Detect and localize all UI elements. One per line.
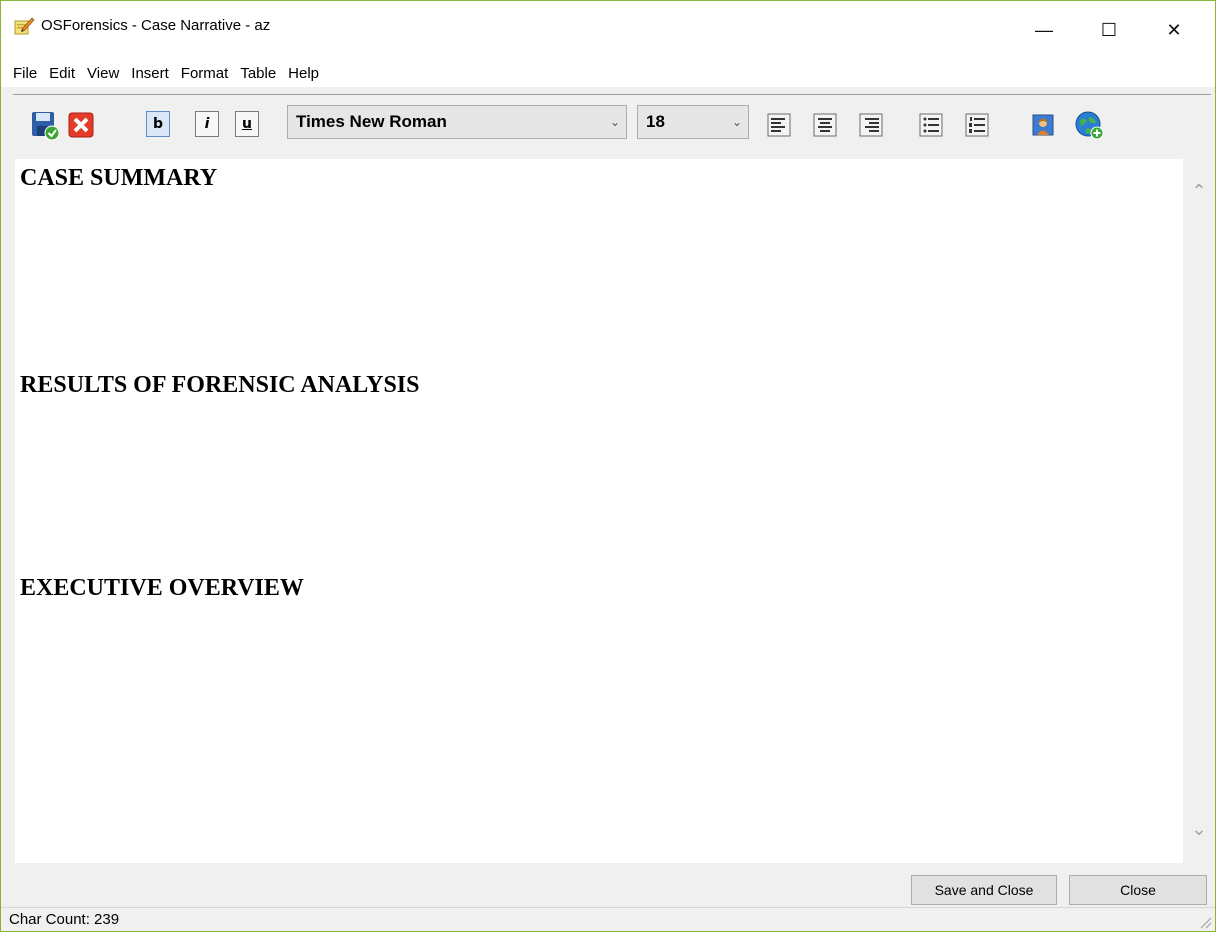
menu-separator xyxy=(13,94,1211,95)
window-title: OSForensics - Case Narrative - az xyxy=(41,17,271,34)
heading-executive-overview: EXECUTIVE OVERVIEW xyxy=(20,575,304,601)
font-name-value: Times New Roman xyxy=(296,112,447,131)
scroll-up-icon[interactable]: ⌃ xyxy=(1183,181,1215,203)
minimize-button[interactable]: — xyxy=(1021,1,1067,59)
menu-help[interactable]: Help xyxy=(283,65,326,82)
discard-icon[interactable] xyxy=(65,109,97,141)
bold-button[interactable]: b xyxy=(146,111,170,137)
align-right-icon[interactable] xyxy=(855,109,887,141)
menu-format[interactable]: Format xyxy=(176,65,236,82)
title-bar: OSForensics - Case Narrative - az — ☐ ✕ xyxy=(1,1,1215,59)
status-bar: Char Count: 239 xyxy=(1,907,1215,931)
maximize-button[interactable]: ☐ xyxy=(1086,1,1132,59)
insert-image-icon[interactable] xyxy=(1027,109,1059,141)
save-icon[interactable] xyxy=(29,109,61,141)
align-left-icon[interactable] xyxy=(763,109,795,141)
heading-case-summary: CASE SUMMARY xyxy=(20,165,218,191)
button-bar: Save and Close Close xyxy=(1,863,1215,907)
menu-table[interactable]: Table xyxy=(235,65,283,82)
font-size-value: 18 xyxy=(646,112,665,131)
close-window-button[interactable]: ✕ xyxy=(1151,1,1197,59)
underline-button[interactable]: u xyxy=(235,111,259,137)
menu-edit[interactable]: Edit xyxy=(44,65,82,82)
menu-bar: File Edit View Insert Format Table Help xyxy=(1,59,1215,87)
chevron-down-icon: ⌄ xyxy=(609,115,621,129)
align-center-icon[interactable] xyxy=(809,109,841,141)
narrative-editor[interactable]: CASE SUMMARY RESULTS OF FORENSIC ANALYSI… xyxy=(15,159,1183,863)
bullet-list-icon[interactable] xyxy=(915,109,947,141)
toolbar: b i u Times New Roman ⌄ 18 ⌄ xyxy=(1,97,1215,157)
close-button[interactable]: Close xyxy=(1069,875,1207,905)
scroll-down-icon[interactable]: ⌄ xyxy=(1183,819,1215,841)
pencil-notepad-icon xyxy=(14,17,35,35)
font-size-select[interactable]: 18 ⌄ xyxy=(637,105,749,139)
font-name-select[interactable]: Times New Roman ⌄ xyxy=(287,105,627,139)
insert-link-globe-icon[interactable] xyxy=(1073,109,1105,141)
case-narrative-window: OSForensics - Case Narrative - az — ☐ ✕ … xyxy=(0,0,1216,932)
chevron-down-icon: ⌄ xyxy=(731,115,743,129)
menu-file[interactable]: File xyxy=(1,65,44,82)
heading-results-forensic-analysis: RESULTS OF FORENSIC ANALYSIS xyxy=(20,372,420,398)
numbered-list-icon[interactable] xyxy=(961,109,993,141)
italic-button[interactable]: i xyxy=(195,111,219,137)
vertical-scrollbar[interactable]: ⌃ ⌄ xyxy=(1183,159,1215,863)
menu-view[interactable]: View xyxy=(82,65,126,82)
save-and-close-button[interactable]: Save and Close xyxy=(911,875,1057,905)
editor-content: CASE SUMMARY RESULTS OF FORENSIC ANALYSI… xyxy=(15,159,1183,608)
char-count: Char Count: 239 xyxy=(9,911,120,928)
resize-grip-icon[interactable] xyxy=(1197,914,1213,930)
menu-insert[interactable]: Insert xyxy=(126,65,176,82)
